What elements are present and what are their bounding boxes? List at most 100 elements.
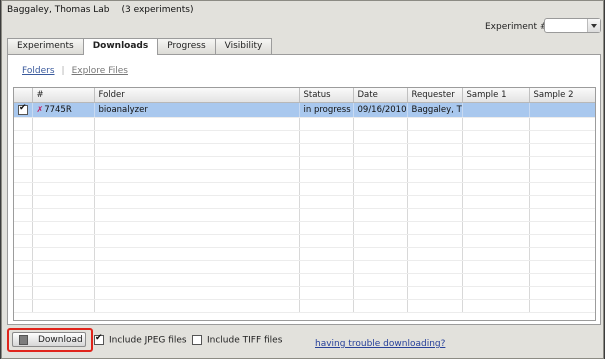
empty-cell bbox=[32, 169, 95, 183]
empty-cell bbox=[299, 299, 354, 313]
empty-table-row bbox=[14, 273, 595, 287]
empty-cell bbox=[353, 234, 408, 248]
row-sample1 bbox=[462, 102, 530, 118]
empty-cell bbox=[462, 182, 530, 196]
empty-cell bbox=[299, 234, 354, 248]
empty-cell bbox=[94, 130, 300, 144]
empty-cell bbox=[32, 234, 95, 248]
folders-link[interactable]: Folders bbox=[22, 66, 55, 76]
download-button[interactable]: Download bbox=[12, 332, 86, 347]
col-header-sample1[interactable]: Sample 1 bbox=[462, 88, 530, 103]
include-tiff-option[interactable]: Include TIFF files bbox=[192, 335, 282, 346]
row-requester: Baggaley, T bbox=[407, 102, 463, 118]
empty-cell bbox=[462, 117, 530, 131]
experiment-select[interactable] bbox=[544, 18, 601, 33]
empty-cell bbox=[353, 286, 408, 300]
tab-visibility[interactable]: Visibility bbox=[214, 38, 273, 54]
trouble-downloading-link[interactable]: having trouble downloading? bbox=[315, 339, 445, 349]
empty-cell bbox=[529, 273, 595, 287]
explore-files-link[interactable]: Explore Files bbox=[72, 66, 128, 76]
empty-cell bbox=[14, 273, 33, 287]
empty-cell bbox=[353, 169, 408, 183]
empty-cell bbox=[462, 208, 530, 222]
empty-cell bbox=[529, 143, 595, 157]
empty-cell bbox=[299, 143, 354, 157]
row-checkbox[interactable] bbox=[18, 103, 28, 115]
empty-cell bbox=[407, 273, 463, 287]
empty-cell bbox=[407, 117, 463, 131]
empty-cell bbox=[32, 143, 95, 157]
include-jpeg-checkbox[interactable] bbox=[94, 333, 104, 345]
empty-cell bbox=[529, 247, 595, 261]
empty-cell bbox=[32, 195, 95, 209]
empty-table-row bbox=[14, 143, 595, 157]
empty-cell bbox=[32, 260, 95, 274]
empty-cell bbox=[353, 143, 408, 157]
empty-cell bbox=[299, 221, 354, 235]
empty-cell bbox=[353, 221, 408, 235]
empty-table-row bbox=[14, 169, 595, 183]
chevron-down-icon[interactable] bbox=[587, 19, 600, 32]
tab-downloads[interactable]: Downloads bbox=[82, 38, 159, 55]
empty-cell bbox=[353, 117, 408, 131]
empty-table-row bbox=[14, 299, 595, 313]
empty-cell bbox=[299, 208, 354, 222]
experiment-count: (3 experiments) bbox=[121, 5, 194, 15]
empty-cell bbox=[299, 195, 354, 209]
empty-cell bbox=[32, 182, 95, 196]
folders-grid: # Folder Status Date Requester Sample 1 … bbox=[13, 87, 596, 321]
empty-cell bbox=[462, 286, 530, 300]
empty-cell bbox=[14, 260, 33, 274]
empty-cell bbox=[353, 247, 408, 261]
include-tiff-checkbox[interactable] bbox=[192, 335, 202, 345]
row-number-cell: ✗7745R bbox=[32, 102, 95, 118]
empty-cell bbox=[407, 182, 463, 196]
empty-cell bbox=[32, 286, 95, 300]
tab-bar: Experiments Downloads Progress Visibilit… bbox=[7, 38, 273, 55]
empty-cell bbox=[94, 195, 300, 209]
col-header-number[interactable]: # bbox=[32, 88, 95, 103]
empty-cell bbox=[32, 247, 95, 261]
col-header-folder[interactable]: Folder bbox=[94, 88, 300, 103]
downloads-panel: Folders | Explore Files # Folder Status Da… bbox=[7, 54, 601, 325]
empty-cell bbox=[353, 299, 408, 313]
tab-experiments[interactable]: Experiments bbox=[7, 38, 84, 54]
empty-cell bbox=[94, 117, 300, 131]
empty-cell bbox=[529, 234, 595, 248]
include-jpeg-option[interactable]: Include JPEG files bbox=[94, 333, 187, 346]
empty-cell bbox=[353, 130, 408, 144]
download-bar: Download Include JPEG files Include TIFF… bbox=[7, 328, 601, 352]
empty-cell bbox=[14, 208, 33, 222]
row-status: in progress bbox=[299, 102, 354, 118]
empty-table-row bbox=[14, 234, 595, 248]
empty-table-row bbox=[14, 247, 595, 261]
empty-cell bbox=[94, 221, 300, 235]
empty-cell bbox=[353, 260, 408, 274]
empty-cell bbox=[14, 169, 33, 183]
empty-cell bbox=[407, 169, 463, 183]
empty-cell bbox=[94, 299, 300, 313]
empty-table-row bbox=[14, 117, 595, 131]
empty-cell bbox=[94, 273, 300, 287]
col-header-status[interactable]: Status bbox=[299, 88, 354, 103]
empty-cell bbox=[462, 156, 530, 170]
empty-cell bbox=[299, 286, 354, 300]
empty-cell bbox=[14, 247, 33, 261]
empty-cell bbox=[462, 221, 530, 235]
empty-cell bbox=[407, 143, 463, 157]
tab-progress[interactable]: Progress bbox=[157, 38, 216, 54]
empty-cell bbox=[32, 208, 95, 222]
col-header-sample2[interactable]: Sample 2 bbox=[529, 88, 595, 103]
col-header-requester[interactable]: Requester bbox=[407, 88, 463, 103]
col-header-select[interactable] bbox=[14, 88, 33, 103]
empty-cell bbox=[529, 130, 595, 144]
empty-cell bbox=[94, 208, 300, 222]
col-header-date[interactable]: Date bbox=[353, 88, 408, 103]
empty-cell bbox=[94, 286, 300, 300]
table-row[interactable]: ✗7745R bioanalyzer in progress 09/16/201… bbox=[14, 102, 595, 118]
row-select-cell[interactable] bbox=[14, 102, 33, 118]
empty-cell bbox=[462, 195, 530, 209]
empty-cell bbox=[299, 169, 354, 183]
row-folder: bioanalyzer bbox=[94, 102, 300, 118]
empty-table-row bbox=[14, 286, 595, 300]
